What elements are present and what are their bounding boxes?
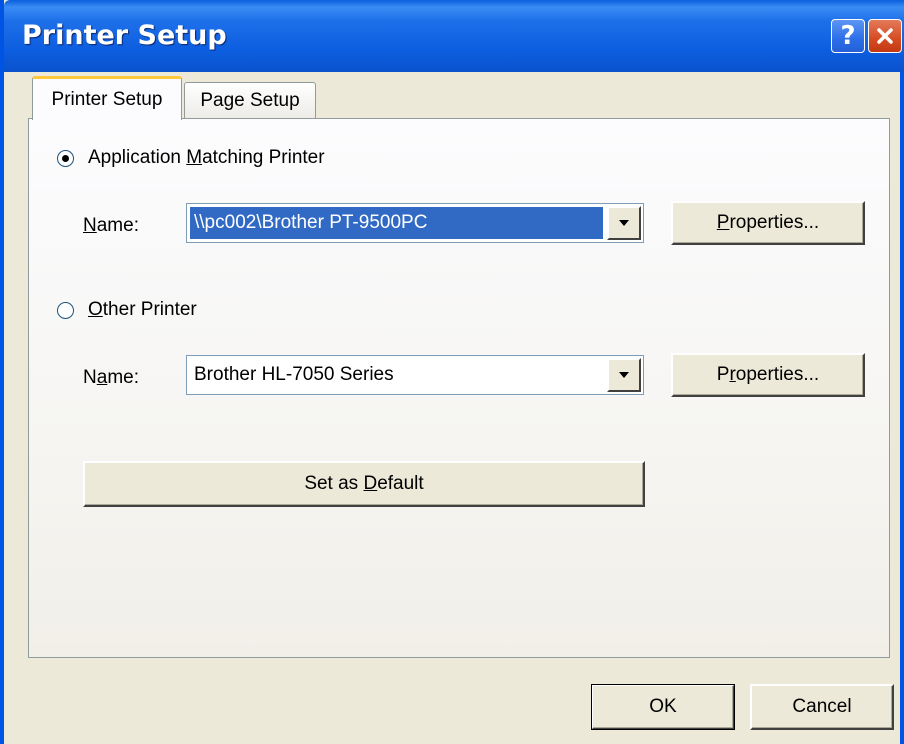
radio-unselected-icon[interactable] [57,301,74,319]
other-printer-dropdown-button[interactable] [607,358,641,392]
other-printer-label: Other Printer [88,299,197,320]
app-printer-name-value: \\pc002\Brother PT-9500PC [190,207,603,239]
tab-page-setup[interactable]: Page Setup [184,82,316,119]
other-printer-properties-label: Properties... [716,364,820,385]
title-bar[interactable]: Printer Setup ? [4,0,904,72]
set-as-default-label: Set as Default [304,473,424,494]
ok-button[interactable]: OK [591,684,735,730]
app-printer-properties-button[interactable]: Properties... [671,201,865,245]
close-icon [877,28,893,44]
close-button[interactable] [868,19,902,53]
tab-page-setup-label: Page Setup [200,90,300,111]
app-printer-properties-label: Properties... [716,212,820,233]
application-matching-printer-radio[interactable]: Application Matching Printer [57,147,325,169]
tab-panel-printer-setup: Application Matching Printer Name: \\pc0… [28,118,890,658]
app-printer-dropdown-button[interactable] [607,206,641,240]
application-matching-printer-label: Application Matching Printer [88,147,325,168]
dropdown-arrow-icon [619,220,629,226]
tab-printer-setup-label: Printer Setup [51,88,163,110]
other-printer-properties-button[interactable]: Properties... [671,353,865,397]
other-printer-name-label: Name: [83,367,139,388]
other-printer-name-select[interactable]: Brother HL-7050 Series [186,355,644,395]
app-printer-name-label: Name: [83,215,139,236]
printer-setup-dialog: Printer Setup ? Page Setup Printer Setup… [0,0,904,744]
ok-label: OK [649,696,677,717]
dropdown-arrow-icon [619,372,629,378]
other-printer-radio[interactable]: Other Printer [57,299,197,321]
tab-printer-setup[interactable]: Printer Setup [32,76,182,120]
set-as-default-button[interactable]: Set as Default [83,461,645,507]
cancel-button[interactable]: Cancel [750,684,894,730]
other-printer-name-value: Brother HL-7050 Series [194,364,394,385]
cancel-label: Cancel [792,696,852,717]
help-button[interactable]: ? [831,19,865,53]
window-title: Printer Setup [22,20,227,51]
radio-selected-icon[interactable] [57,149,74,167]
app-printer-name-select[interactable]: \\pc002\Brother PT-9500PC [186,203,644,243]
help-icon: ? [840,21,856,51]
